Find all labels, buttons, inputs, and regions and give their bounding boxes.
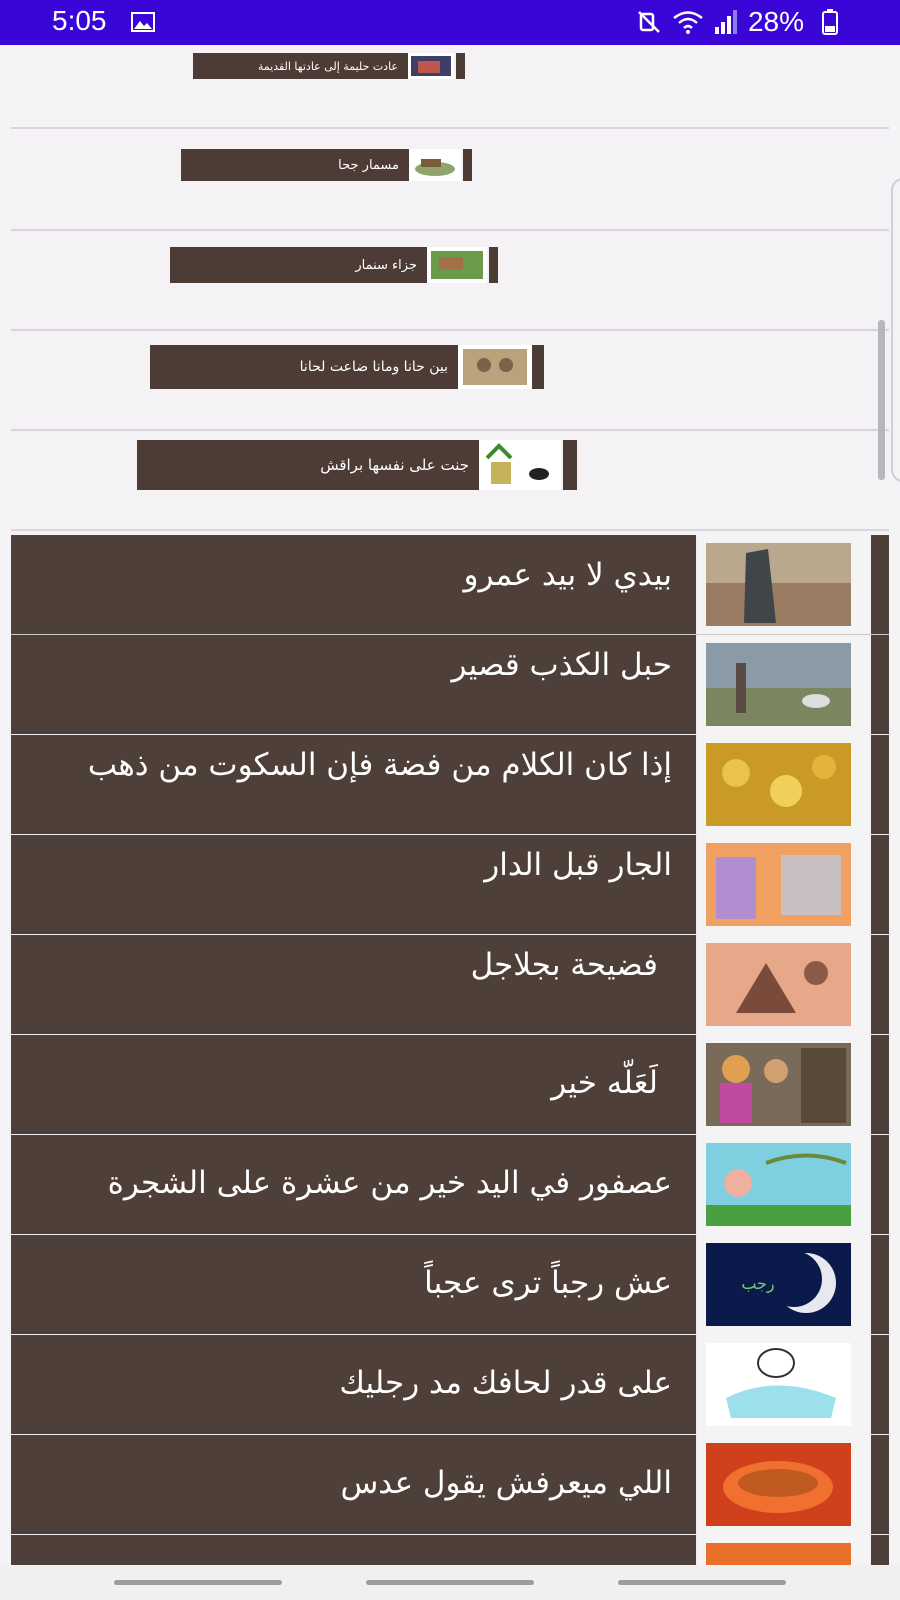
image-icon — [131, 12, 155, 32]
proverb-thumbnail — [706, 643, 851, 726]
wifi-icon — [673, 11, 703, 34]
thumbnail-frame — [698, 535, 870, 634]
row-edge — [871, 535, 889, 634]
status-bar: 5:05 28% — [0, 0, 900, 45]
proverb-thumbnail — [706, 1343, 851, 1426]
row-edge — [871, 835, 889, 934]
proverb-thumbnail — [706, 943, 851, 1026]
thumbnail-frame — [698, 1035, 870, 1134]
list-item-label: عش رجباً ترى عجباً — [11, 1235, 696, 1334]
row-edge — [871, 1435, 889, 1534]
back-nav-button[interactable] — [618, 1580, 786, 1585]
small-proverbs-list[interactable]: عادت حليمة إلى عادتها القديمة مسمار جحا … — [11, 45, 889, 535]
signal-icon — [714, 10, 737, 34]
row-edge — [871, 735, 889, 834]
list-item-label: بيدي لا بيد عمرو — [11, 535, 696, 634]
status-right: 28% — [636, 6, 836, 37]
row-edge — [871, 635, 889, 734]
thumbnail-frame — [698, 835, 870, 934]
scrollbar[interactable] — [878, 320, 885, 480]
recents-nav-button[interactable] — [114, 1580, 282, 1585]
proverbs-list[interactable]: بيدي لا بيد عمرو حبل الكذب قصير إذا كان … — [11, 535, 889, 1565]
list-item[interactable]: إذا كان الكلام من فضة فإن السكوت من ذهب — [11, 735, 889, 834]
thumbnail-frame — [698, 1135, 870, 1234]
list-item-label: الجار قبل الدار — [11, 835, 696, 934]
list-item-label: إذا كان الكلام من فضة فإن السكوت من ذهب — [11, 735, 696, 834]
list-item[interactable]: جزاء سنمار — [11, 229, 889, 331]
proverb-thumbnail — [706, 743, 851, 826]
row-edge — [871, 1335, 889, 1434]
list-item-label: لَعَلّه خير — [11, 1035, 696, 1134]
row-edge — [871, 935, 889, 1034]
thumbnail-frame — [698, 1435, 870, 1534]
row-edge — [563, 440, 577, 490]
list-item[interactable]: فضيحة بجلاجل — [11, 935, 889, 1034]
divider — [11, 634, 889, 635]
list-item[interactable]: بيدي لا بيد عمرو — [11, 535, 889, 634]
list-item-label: جنت على نفسها براقش — [137, 440, 479, 490]
battery-icon — [822, 9, 838, 35]
list-item-label: حبل الكذب قصير — [11, 635, 696, 734]
row-edge — [871, 1135, 889, 1234]
row-edge — [456, 53, 465, 79]
thumbnail-frame: رجب — [698, 1235, 870, 1334]
list-item[interactable]: حبل الكذب قصير — [11, 635, 889, 734]
list-item[interactable]: بين حانا ومانا ضاعت لحانا — [11, 329, 889, 431]
thumbnail-frame — [698, 935, 870, 1034]
battery-percent: 28% — [747, 6, 804, 37]
list-item-label: على قدر لحافك مد رجليك — [11, 1335, 696, 1434]
mute-icon — [638, 11, 660, 33]
proverb-thumbnail — [458, 345, 532, 389]
proverb-thumbnail — [706, 843, 851, 926]
list-item[interactable]: جنت على نفسها براقش — [11, 429, 889, 531]
list-item-label: عصفور في اليد خير من عشرة على الشجرة — [11, 1135, 696, 1234]
list-item[interactable]: عش رجباً ترى عجباً رجب — [11, 1235, 889, 1334]
edge-panel-handle[interactable] — [891, 178, 900, 482]
proverb-thumbnail — [479, 440, 561, 490]
proverb-thumbnail — [408, 53, 454, 79]
navigation-bar — [0, 1565, 900, 1600]
list-item-label: فضيحة بجلاجل — [11, 935, 696, 1034]
proverb-thumbnail — [409, 149, 461, 181]
list-item-label: جزاء سنمار — [170, 247, 427, 283]
home-nav-button[interactable] — [366, 1580, 534, 1585]
row-edge — [871, 1035, 889, 1134]
list-item-label: بين حانا ومانا ضاعت لحانا — [150, 345, 458, 389]
status-time: 5:05 — [52, 5, 107, 36]
list-item[interactable]: على قدر لحافك مد رجليك — [11, 1335, 889, 1434]
thumbnail-frame — [698, 1335, 870, 1434]
proverb-thumbnail — [706, 1543, 851, 1565]
list-item[interactable]: اللي ميعرفش يقول عدس — [11, 1435, 889, 1534]
row-edge — [871, 1235, 889, 1334]
row-edge — [463, 149, 472, 181]
list-item-label: عادت حليمة إلى عادتها القديمة — [193, 53, 408, 79]
row-edge — [489, 247, 498, 283]
proverb-thumbnail — [427, 247, 487, 283]
list-item[interactable]: الجار قبل الدار — [11, 835, 889, 934]
thumbnail-frame — [698, 735, 870, 834]
proverb-thumbnail: رجب — [706, 1243, 851, 1326]
list-item[interactable]: مسمار جحا — [11, 129, 889, 231]
proverb-thumbnail — [706, 543, 851, 626]
list-item[interactable]: عادت حليمة إلى عادتها القديمة — [11, 45, 889, 129]
proverb-thumbnail — [706, 1043, 851, 1126]
list-item[interactable]: لَعَلّه خير — [11, 1035, 889, 1134]
proverb-thumbnail — [706, 1443, 851, 1526]
row-edge — [871, 1535, 889, 1565]
thumbnail-frame — [698, 1535, 870, 1565]
list-item[interactable] — [11, 1535, 889, 1565]
list-item-label: مسمار جحا — [181, 149, 409, 181]
list-item[interactable]: عصفور في اليد خير من عشرة على الشجرة — [11, 1135, 889, 1234]
list-item-label — [11, 1535, 696, 1565]
proverb-thumbnail — [706, 1143, 851, 1226]
thumbnail-frame — [698, 635, 870, 734]
row-edge — [532, 345, 544, 389]
thumbnail-caption: رجب — [741, 1274, 774, 1294]
list-item-label: اللي ميعرفش يقول عدس — [11, 1435, 696, 1534]
